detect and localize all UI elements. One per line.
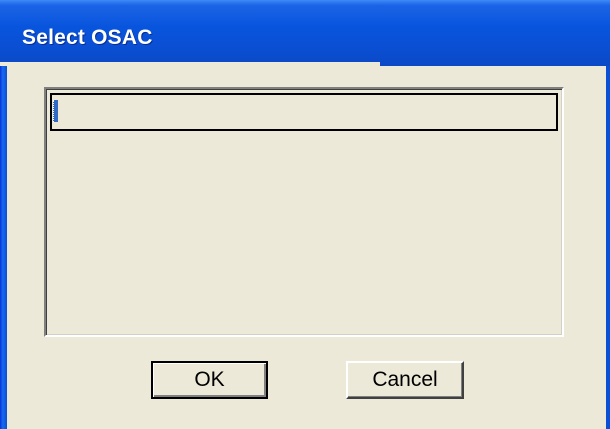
title-bar-divider [0,62,380,66]
window-right-border [606,66,610,429]
cancel-button[interactable]: Cancel [346,361,464,399]
select-osac-dialog: Select OSAC OK Cancel [0,0,610,429]
window-left-border [0,66,7,429]
title-bar[interactable]: Select OSAC [0,0,610,66]
list-item[interactable] [50,93,558,131]
ok-button[interactable]: OK [151,361,268,399]
selection-highlight [53,100,58,122]
window-title: Select OSAC [22,26,153,49]
osac-list[interactable] [44,87,564,337]
